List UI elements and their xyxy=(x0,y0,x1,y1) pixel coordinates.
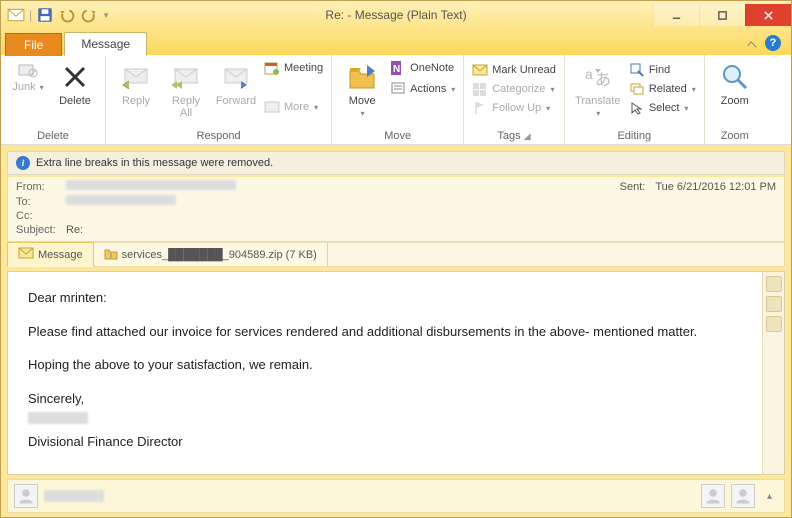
sender-name-redacted xyxy=(44,490,104,502)
info-icon: i xyxy=(16,156,30,170)
ribbon-group-tags: Mark Unread Categorize▾ Follow Up▾ Tags … xyxy=(464,55,565,144)
body-sender-redacted xyxy=(28,410,742,430)
body-p2: Hoping the above to your satisfaction, w… xyxy=(28,355,742,375)
forward-button[interactable]: Forward xyxy=(212,57,260,107)
avatar-sender[interactable] xyxy=(14,484,38,508)
categorize-button[interactable]: Categorize▾ xyxy=(470,80,558,98)
reply-all-button[interactable]: Reply All xyxy=(162,57,210,119)
related-icon xyxy=(629,81,645,97)
from-value xyxy=(66,180,620,193)
outlook-message-window: | ▼ Re: - Message (Plain Text) File Mess… xyxy=(0,0,792,518)
collapse-ribbon-icon[interactable]: へ xyxy=(747,36,757,51)
zip-icon xyxy=(104,246,118,263)
onenote-icon: N xyxy=(390,60,406,76)
svg-text:N: N xyxy=(393,64,400,75)
zoom-button[interactable]: Zoom xyxy=(711,57,759,107)
message-body[interactable]: Dear mrinten: Please find attached our i… xyxy=(8,272,762,474)
ribbon: Junk ▾ Delete Delete Reply Reply All xyxy=(1,55,791,145)
svg-text:a: a xyxy=(585,66,593,82)
from-label: From: xyxy=(16,181,66,193)
minimize-button[interactable] xyxy=(653,4,699,26)
message-headers: From: Sent: Tue 6/21/2016 12:01 PM To: Cc… xyxy=(7,177,785,242)
envelope-closed-icon xyxy=(472,62,488,78)
attachment-file[interactable]: services_███████_904589.zip (7 KB) xyxy=(94,243,328,266)
sidetool-1[interactable] xyxy=(766,276,782,292)
calendar-icon xyxy=(264,60,280,76)
sidetool-3[interactable] xyxy=(766,316,782,332)
translate-button[interactable]: aあ Translate▾ xyxy=(571,57,625,120)
avatar-slot-2[interactable] xyxy=(731,484,755,508)
flag-icon xyxy=(472,100,488,116)
related-button[interactable]: Related▾ xyxy=(627,80,698,98)
body-p1: Please find attached our invoice for ser… xyxy=(28,322,742,342)
title-bar: | ▼ Re: - Message (Plain Text) xyxy=(1,1,791,29)
more-button[interactable]: More▾ xyxy=(262,98,325,116)
categorize-icon xyxy=(472,81,488,97)
avatar-slot-1[interactable] xyxy=(701,484,725,508)
info-bar[interactable]: i Extra line breaks in this message were… xyxy=(7,151,785,175)
envelope-icon[interactable] xyxy=(7,6,25,24)
find-icon xyxy=(629,62,645,78)
side-tools xyxy=(762,272,784,474)
cc-label: Cc: xyxy=(16,210,66,222)
ribbon-group-editing: aあ Translate▾ Find Related▾ Select▾ Edit… xyxy=(565,55,705,144)
undo-icon[interactable] xyxy=(58,6,76,24)
reply-button[interactable]: Reply xyxy=(112,57,160,107)
to-label: To: xyxy=(16,196,66,208)
sidetool-2[interactable] xyxy=(766,296,782,312)
to-value xyxy=(66,195,776,208)
ribbon-group-respond: Reply Reply All Forward Meeting More▾ Re… xyxy=(106,55,332,144)
tab-file[interactable]: File xyxy=(5,33,62,56)
subject-label: Subject: xyxy=(16,224,66,236)
onenote-button[interactable]: NOneNote xyxy=(388,59,457,77)
attachment-tab-message[interactable]: Message xyxy=(7,242,94,267)
sent-label: Sent: xyxy=(620,181,646,193)
meeting-button[interactable]: Meeting xyxy=(262,59,325,77)
save-icon[interactable] xyxy=(36,6,54,24)
actions-icon xyxy=(390,81,406,97)
more-icon xyxy=(264,99,280,115)
ribbon-group-zoom: Zoom Zoom xyxy=(705,55,765,144)
svg-text:あ: あ xyxy=(595,71,611,89)
move-button[interactable]: Move▾ xyxy=(338,57,386,120)
ribbon-tabs: File Message へ ? xyxy=(1,29,791,55)
tab-message[interactable]: Message xyxy=(64,32,147,56)
sent-value: Tue 6/21/2016 12:01 PM xyxy=(655,181,776,193)
people-pane: ▴ xyxy=(7,479,785,513)
envelope-icon xyxy=(18,247,34,262)
redo-icon[interactable] xyxy=(80,6,98,24)
expand-people-pane-icon[interactable]: ▴ xyxy=(761,491,778,502)
close-button[interactable] xyxy=(745,4,791,26)
mark-unread-button[interactable]: Mark Unread xyxy=(470,61,558,79)
ribbon-group-move: Move▾ NOneNote Actions▾ Move xyxy=(332,55,464,144)
actions-button[interactable]: Actions▾ xyxy=(388,80,457,98)
junk-button[interactable]: Junk ▾ xyxy=(7,57,49,94)
window-controls xyxy=(653,4,791,26)
info-text: Extra line breaks in this message were r… xyxy=(36,157,273,169)
qat-dropdown-icon[interactable]: ▼ xyxy=(102,11,110,20)
delete-button[interactable]: Delete xyxy=(51,57,99,107)
body-greeting: Dear mrinten: xyxy=(28,288,742,308)
follow-up-button[interactable]: Follow Up▾ xyxy=(470,99,558,117)
quick-access-toolbar: | ▼ xyxy=(1,6,116,24)
attachment-row: Message services_███████_904589.zip (7 K… xyxy=(7,242,785,267)
body-title: Divisional Finance Director xyxy=(28,432,742,452)
select-button[interactable]: Select▾ xyxy=(627,99,698,117)
ribbon-group-delete: Junk ▾ Delete Delete xyxy=(1,55,106,144)
subject-value: Re: xyxy=(66,224,776,236)
find-button[interactable]: Find xyxy=(627,61,698,79)
help-icon[interactable]: ? xyxy=(765,35,781,51)
maximize-button[interactable] xyxy=(699,4,745,26)
select-icon xyxy=(629,100,645,116)
body-signoff: Sincerely, xyxy=(28,389,742,409)
message-body-area: Dear mrinten: Please find attached our i… xyxy=(7,271,785,475)
